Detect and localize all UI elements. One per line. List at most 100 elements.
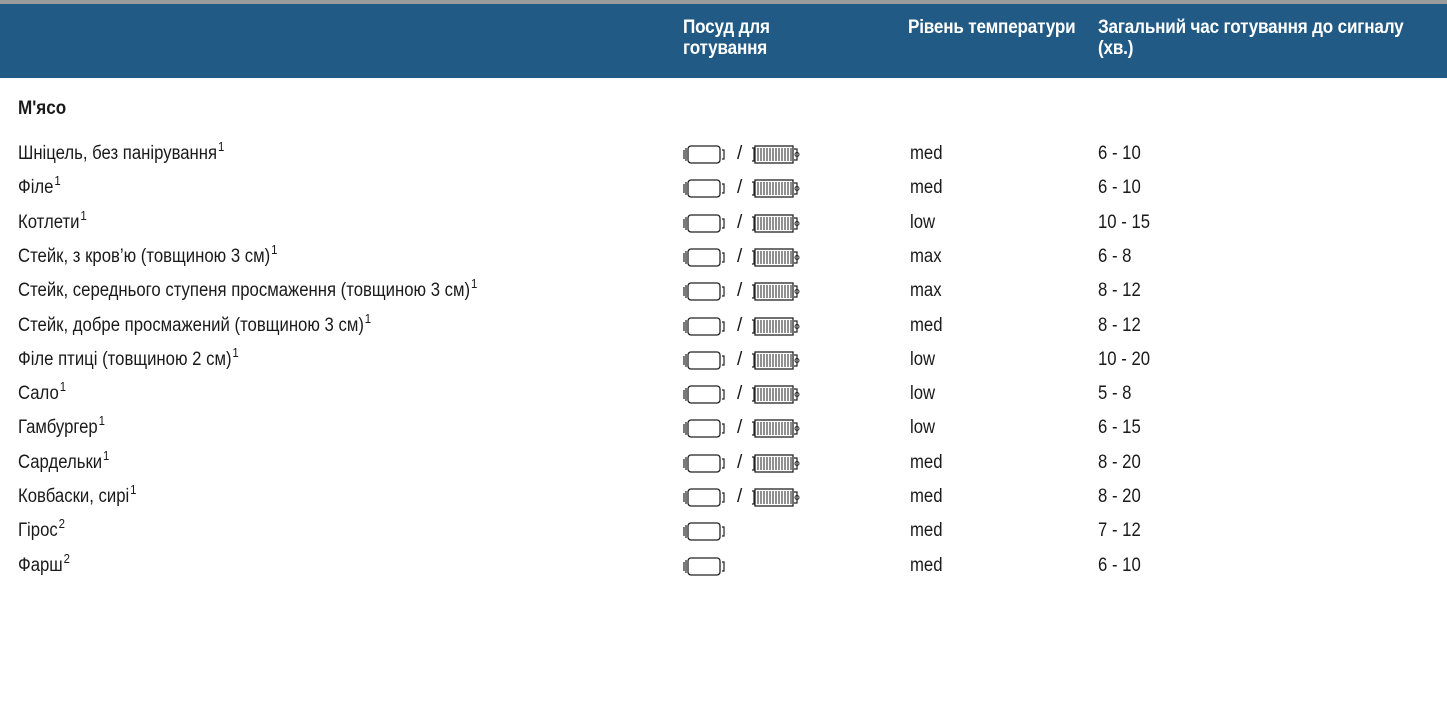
temperature-level: med <box>910 486 943 507</box>
table-row: Гірос2 med 7 - 12 <box>0 517 1447 554</box>
section-title: М'ясо <box>18 98 67 119</box>
dish-label: Шніцель, без панірування <box>18 143 218 164</box>
table-row: Ковбаски, сирі1 / med 8 - 20 <box>0 483 1447 520</box>
separator-slash: / <box>737 383 743 404</box>
separator-slash: / <box>737 452 743 473</box>
separator-slash: / <box>737 280 743 301</box>
dish-label: Стейк, середнього ступеня просмаження (т… <box>18 280 471 301</box>
footnote-marker: 1 <box>271 242 278 257</box>
temperature-level: med <box>910 520 943 541</box>
dish-name: Котлети1 <box>18 209 87 234</box>
dish-label: Стейк, добре просмажений (товщиною 3 см) <box>18 315 364 336</box>
pan-icon <box>679 521 729 548</box>
cooking-time: 10 - 20 <box>1098 349 1151 370</box>
pan-icon <box>679 178 729 205</box>
pan-icon <box>679 350 729 377</box>
cooking-time: 7 - 12 <box>1098 520 1141 541</box>
dish-label: Філе птиці (товщиною 2 см) <box>18 349 232 370</box>
temperature-level: low <box>910 349 936 370</box>
dish-label: Філе <box>18 177 54 198</box>
cooking-time: 8 - 12 <box>1098 315 1141 336</box>
pan-icon <box>679 144 729 171</box>
temperature-level: med <box>910 315 943 336</box>
dish-name: Стейк, добре просмажений (товщиною 3 см)… <box>18 312 371 337</box>
dish-label: Стейк, з кров’ю (товщиною 3 см) <box>18 246 271 267</box>
grill-rack-icon <box>749 487 801 514</box>
footnote-marker: 1 <box>59 379 67 394</box>
cooking-time: 5 - 8 <box>1098 383 1132 404</box>
dish-label: Сало <box>18 383 59 404</box>
cooking-time: 6 - 15 <box>1098 417 1141 438</box>
table-header: Посуд для готування Рівень температури З… <box>0 4 1447 78</box>
dish-label: Ковбаски, сирі <box>18 486 130 507</box>
cooking-time: 8 - 20 <box>1098 486 1141 507</box>
table-row: Філе птиці (товщиною 2 см)1 / low 10 - 20 <box>0 346 1447 383</box>
footnote-marker: 2 <box>63 551 70 566</box>
pan-icon <box>679 556 729 583</box>
footnote-marker: 1 <box>364 311 372 326</box>
dish-label: Сардельки <box>18 452 103 473</box>
separator-slash: / <box>737 246 743 267</box>
pan-icon <box>679 247 729 274</box>
dish-label: Гірос <box>18 520 58 541</box>
table-row: Стейк, з кров’ю (товщиною 3 см)1 / max 6 - … <box>0 243 1447 280</box>
cooking-time: 6 - 10 <box>1098 143 1141 164</box>
grill-rack-icon <box>749 213 801 240</box>
temperature-level: low <box>910 383 936 404</box>
header-cookware: Посуд для готування <box>683 17 770 59</box>
footnote-marker: 1 <box>54 173 61 188</box>
separator-slash: / <box>737 315 743 336</box>
header-total-cooking-time: Загальний час готування до сигналу (хв.) <box>1098 17 1404 59</box>
cooking-time: 8 - 20 <box>1098 452 1141 473</box>
table-row: Філе1 / med 6 - 10 <box>0 174 1447 211</box>
grill-rack-icon <box>749 453 801 480</box>
pan-icon <box>679 453 729 480</box>
footnote-marker: 1 <box>102 448 110 463</box>
cooking-time: 8 - 12 <box>1098 280 1141 301</box>
grill-rack-icon <box>749 316 801 343</box>
table-row: Сардельки1 / med 8 - 20 <box>0 449 1447 486</box>
dish-label: Гамбургер <box>18 417 98 438</box>
grill-rack-icon <box>749 384 801 411</box>
pan-icon <box>679 418 729 445</box>
dish-name: Гамбургер1 <box>18 414 105 439</box>
dish-name: Філе1 <box>18 174 61 199</box>
cooking-time: 6 - 8 <box>1098 246 1132 267</box>
separator-slash: / <box>737 177 743 198</box>
dish-label: Фарш <box>18 555 63 576</box>
temperature-level: med <box>910 452 943 473</box>
dish-name: Фарш2 <box>18 552 70 577</box>
table-row: Фарш2 med 6 - 10 <box>0 552 1447 589</box>
footnote-marker: 1 <box>470 276 478 291</box>
grill-rack-icon <box>749 281 801 308</box>
temperature-level: med <box>910 177 943 198</box>
cooking-time: 6 - 10 <box>1098 177 1141 198</box>
footnote-marker: 1 <box>217 139 225 154</box>
dish-name: Стейк, середнього ступеня просмаження (т… <box>18 277 477 302</box>
dish-name: Ковбаски, сирі1 <box>18 483 136 508</box>
separator-slash: / <box>737 486 743 507</box>
dish-name: Філе птиці (товщиною 2 см)1 <box>18 346 239 371</box>
temperature-level: med <box>910 143 943 164</box>
pan-icon <box>679 487 729 514</box>
cooking-time: 6 - 10 <box>1098 555 1141 576</box>
pan-icon <box>679 316 729 343</box>
dish-name: Сардельки1 <box>18 449 109 474</box>
table-row: Гамбургер1 / low 6 - 15 <box>0 414 1447 451</box>
table-row: Котлети1 / low 10 - 15 <box>0 209 1447 246</box>
temperature-level: low <box>910 212 936 233</box>
temperature-level: max <box>910 246 942 267</box>
temperature-level: max <box>910 280 942 301</box>
table-row: Стейк, добре просмажений (товщиною 3 см)… <box>0 312 1447 349</box>
table-row: Стейк, середнього ступеня просмаження (т… <box>0 277 1447 314</box>
table-row: Сало1 / low 5 - 8 <box>0 380 1447 417</box>
footnote-marker: 1 <box>232 345 239 360</box>
header-temperature-level: Рівень температури <box>908 17 1076 38</box>
grill-rack-icon <box>749 144 801 171</box>
grill-rack-icon <box>749 247 801 274</box>
temperature-level: low <box>910 417 936 438</box>
separator-slash: / <box>737 212 743 233</box>
dish-name: Стейк, з кров’ю (товщиною 3 см)1 <box>18 243 277 268</box>
temperature-level: med <box>910 555 943 576</box>
pan-icon <box>679 281 729 308</box>
